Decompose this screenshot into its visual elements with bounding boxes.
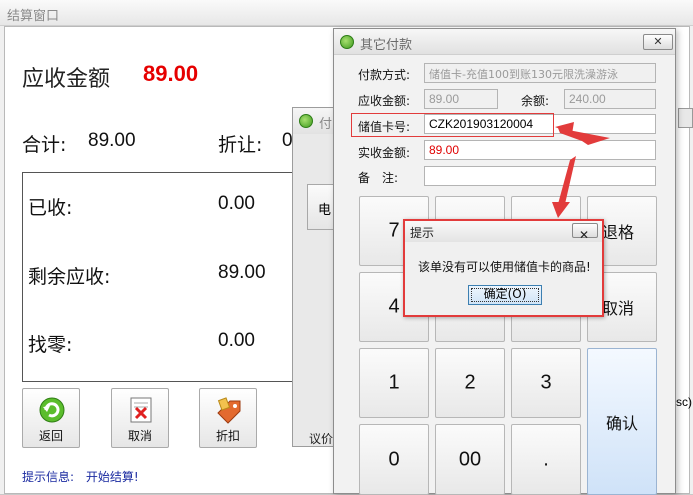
prompt-highlight [403, 219, 604, 317]
arrow-head-prompt [552, 202, 570, 218]
arrow-to-prompt [558, 156, 576, 204]
